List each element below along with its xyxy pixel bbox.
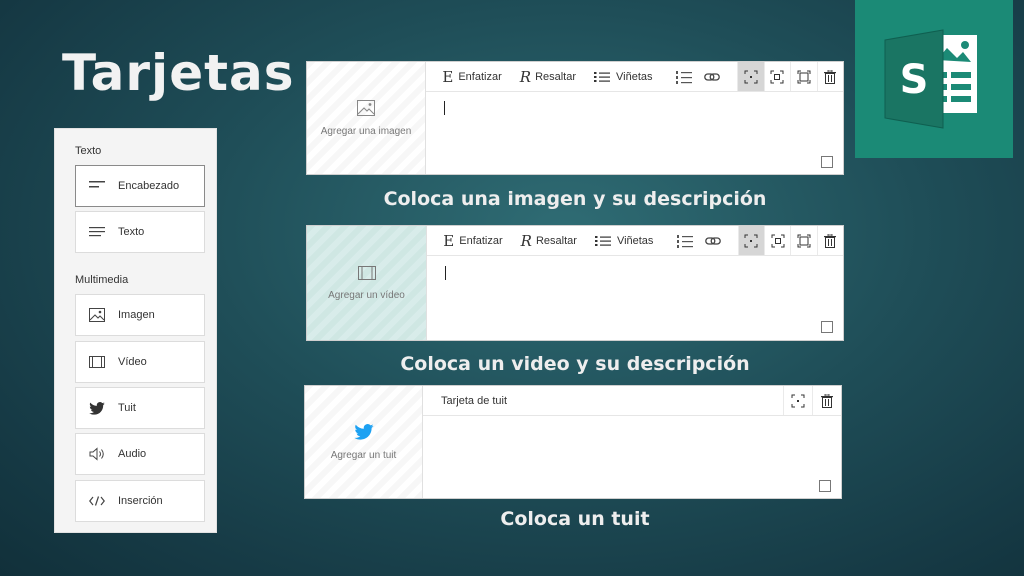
panel-item-label: Texto: [118, 226, 145, 238]
bullets-label: Viñetas: [616, 234, 654, 247]
focus-medium-button[interactable]: [763, 62, 791, 91]
image-icon: [357, 99, 375, 116]
emphasize-button[interactable]: E Enfatizar: [443, 232, 502, 250]
link-icon: [705, 236, 721, 245]
focus-small-button[interactable]: [737, 62, 764, 91]
card-checkbox[interactable]: [821, 156, 833, 168]
focus-medium-icon: [771, 234, 785, 247]
bullets-button[interactable]: Viñetas: [594, 234, 654, 247]
panel-item-label: Audio: [118, 448, 147, 460]
focus-large-button[interactable]: [790, 62, 817, 91]
emphasize-button[interactable]: E Enfatizar: [442, 68, 501, 86]
video-card-caption: Coloca un video y su descripción: [400, 353, 750, 375]
add-tweet-area[interactable]: Agregar un tuit: [305, 386, 423, 498]
highlight-button[interactable]: R Resaltar: [520, 68, 576, 86]
focus-large-icon: [797, 234, 811, 247]
add-image-area[interactable]: Agregar una imagen: [307, 62, 426, 174]
bullets-label: Viñetas: [616, 70, 653, 83]
numbered-list-button[interactable]: [671, 62, 697, 91]
text-caret: [444, 101, 445, 115]
text-caret: [445, 266, 446, 280]
add-image-label: Agregar una imagen: [320, 125, 412, 137]
section-title-text: Texto: [75, 145, 102, 157]
twitter-icon: [76, 401, 118, 415]
panel-item-video[interactable]: Vídeo: [75, 341, 205, 383]
focus-small-icon: [744, 234, 758, 247]
highlight-glyph: R: [520, 231, 532, 250]
tweet-card-header: Tarjeta de tuit: [441, 394, 508, 407]
emphasize-glyph: E: [443, 231, 455, 250]
focus-large-icon: [797, 70, 811, 83]
twitter-icon: [353, 423, 374, 440]
panel-item-tweet[interactable]: Tuit: [75, 387, 205, 429]
panel-item-label: Vídeo: [118, 356, 147, 368]
card-toolbar: E Enfatizar R Resaltar Viñetas: [427, 226, 843, 256]
bullets-icon: [594, 71, 611, 82]
panel-item-heading[interactable]: Encabezado: [75, 165, 205, 207]
text-lines-icon: [76, 226, 118, 238]
panel-item-image[interactable]: Imagen: [75, 294, 205, 336]
emphasize-label: Enfatizar: [458, 70, 502, 83]
focus-small-icon: [744, 70, 758, 83]
video-icon: [357, 265, 376, 280]
embed-icon: [76, 495, 118, 507]
highlight-glyph: R: [519, 67, 532, 86]
link-button[interactable]: [698, 226, 729, 255]
link-icon: [704, 72, 721, 81]
card-toolbar: Tarjeta de tuit: [423, 386, 841, 416]
panel-item-audio[interactable]: Audio: [75, 433, 205, 475]
image-card: Agregar una imagen E Enfatizar R Resaltar …: [306, 61, 844, 175]
image-card-caption: Coloca una imagen y su descripción: [383, 188, 767, 210]
tweet-card-caption: Coloca un tuit: [500, 508, 650, 530]
tweet-card: Agregar un tuit Tarjeta de tuit: [304, 385, 842, 499]
panel-item-text[interactable]: Texto: [75, 211, 205, 253]
add-video-area[interactable]: Agregar un vídeo: [307, 226, 427, 340]
focus-medium-icon: [770, 70, 784, 83]
sway-logo: S: [855, 0, 1013, 158]
panel-item-label: Inserción: [118, 495, 163, 507]
numbered-list-icon: [675, 70, 692, 84]
add-tweet-label: Agregar un tuit: [330, 449, 397, 461]
video-icon: [76, 356, 118, 368]
emphasize-glyph: E: [442, 67, 454, 86]
delete-button[interactable]: [816, 226, 843, 255]
add-video-label: Agregar un vídeo: [328, 289, 405, 301]
image-icon: [76, 308, 118, 322]
focus-large-button[interactable]: [790, 226, 816, 255]
emphasize-label: Enfatizar: [459, 234, 503, 247]
bullets-button[interactable]: Viñetas: [594, 71, 653, 83]
focus-small-button[interactable]: [783, 386, 812, 415]
highlight-label: Resaltar: [535, 70, 577, 83]
numbered-list-icon: [676, 234, 693, 248]
trash-icon: [824, 233, 837, 248]
card-checkbox[interactable]: [821, 321, 833, 333]
focus-small-button[interactable]: [737, 226, 764, 255]
svg-text:S: S: [900, 57, 929, 103]
trash-icon: [821, 393, 833, 408]
focus-medium-button[interactable]: [763, 226, 790, 255]
card-type-panel: Texto Encabezado Texto Multimedia Imagen…: [54, 128, 217, 533]
video-card: Agregar un vídeo E Enfatizar R Resaltar Vi…: [306, 225, 844, 341]
heading-icon: [76, 180, 118, 192]
card-checkbox[interactable]: [819, 480, 831, 492]
panel-item-label: Encabezado: [118, 180, 180, 192]
highlight-button[interactable]: R Resaltar: [521, 232, 577, 250]
focus-small-icon: [791, 394, 805, 407]
bullets-icon: [594, 235, 611, 246]
panel-item-label: Tuit: [118, 402, 136, 414]
highlight-label: Resaltar: [535, 234, 577, 247]
panel-item-label: Imagen: [118, 309, 155, 321]
slide-title: Tarjetas: [62, 44, 295, 102]
card-toolbar: E Enfatizar R Resaltar Viñetas: [426, 62, 843, 92]
section-title-multimedia: Multimedia: [75, 274, 129, 286]
delete-button[interactable]: [816, 62, 844, 91]
speaker-icon: [76, 447, 118, 461]
panel-item-embed[interactable]: Inserción: [75, 480, 205, 522]
numbered-list-button[interactable]: [671, 226, 697, 255]
trash-icon: [824, 69, 837, 84]
link-button[interactable]: [697, 62, 728, 91]
delete-button[interactable]: [812, 386, 841, 415]
